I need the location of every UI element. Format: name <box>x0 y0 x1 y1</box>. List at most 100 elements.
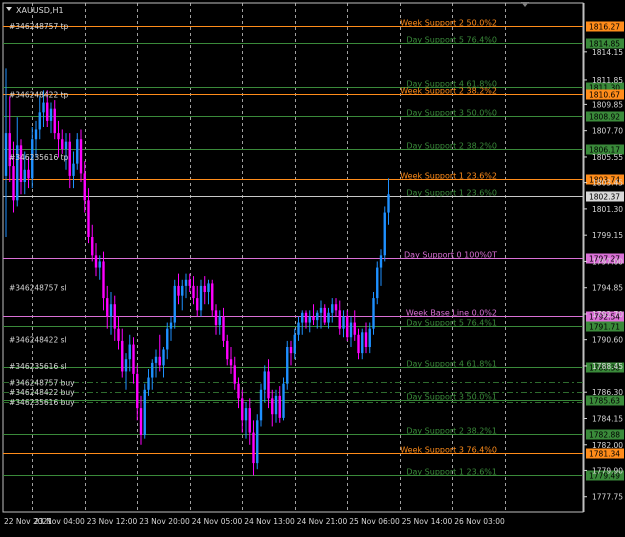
y-tick-label: 1809.85 <box>592 100 623 109</box>
candle-body <box>98 261 101 268</box>
candle-body <box>312 316 315 321</box>
y-tick-label: 1794.85 <box>592 284 623 293</box>
candle-body <box>237 383 240 399</box>
candle-body <box>383 212 386 256</box>
y-tick-label: 1786.30 <box>592 388 623 397</box>
level-label: Day Support 2 38.2%0 <box>406 142 497 151</box>
candle-body <box>154 356 158 363</box>
candle-body <box>147 377 150 390</box>
price-tag-text: 1808.92 <box>589 113 620 122</box>
candle-body <box>42 102 45 113</box>
candle-body <box>368 328 371 347</box>
candle-body <box>173 285 176 323</box>
candle[interactable] <box>143 383 146 439</box>
candle-body <box>308 316 311 323</box>
candle-body <box>248 408 251 433</box>
candle-body <box>387 194 390 213</box>
level-label: Day Support 5 76.4%1 <box>406 319 497 328</box>
candle-body <box>229 359 233 366</box>
time-axis: 22 Nov 202123 Nov 04:00 23 Nov 12:00 23 No… <box>4 517 505 526</box>
candle-body <box>64 141 68 149</box>
candle-body <box>289 347 293 354</box>
candle-body <box>286 347 289 384</box>
candle-body <box>19 145 23 182</box>
y-tick-label: 1801.30 <box>592 205 623 214</box>
candle[interactable] <box>372 292 375 335</box>
candle-body <box>124 359 128 372</box>
y-tick-label: 1803.45 <box>592 179 623 188</box>
chart-window[interactable]: Week Support 2 50.0%2 Day Support 5 76.4%… <box>0 0 625 533</box>
candle-body <box>293 334 296 354</box>
price-tag-text: 1802.37 <box>589 193 620 202</box>
trade-label: #346248757 buy <box>9 378 75 387</box>
candle-body <box>91 237 94 256</box>
candle-body <box>117 328 120 341</box>
level-label: Week Support 2 50.0%2 <box>400 19 497 28</box>
level-label: Day Support 3 50.0%0 <box>406 109 497 118</box>
candle-body <box>128 344 131 360</box>
candle-body <box>274 395 278 415</box>
candle-body <box>106 298 109 317</box>
candle-body <box>27 169 30 179</box>
candle-body <box>301 312 304 323</box>
y-tick-label: 1797.00 <box>592 257 623 266</box>
candle-body <box>282 383 285 418</box>
candle-body <box>256 420 259 464</box>
candle-body <box>121 340 124 372</box>
candle-body <box>177 285 180 296</box>
candle-body <box>61 139 64 149</box>
candle[interactable] <box>383 206 386 262</box>
y-tick-label: 1792.70 <box>592 310 623 319</box>
price-tag-text: 1816.27 <box>589 23 620 32</box>
candle-body <box>143 389 146 435</box>
candle-body <box>353 322 356 335</box>
candle-body <box>53 108 56 134</box>
candle-body <box>203 285 206 292</box>
level-label: Day Support 5 76.4%0 <box>406 36 497 45</box>
candle-body <box>158 356 161 366</box>
candle-body <box>49 108 53 121</box>
price-tag-text: 1810.67 <box>589 91 620 100</box>
candle-body <box>297 322 300 335</box>
candle[interactable] <box>259 383 263 427</box>
candle-body <box>278 395 281 418</box>
price-chart[interactable]: Week Support 2 50.0%2 Day Support 5 76.4%… <box>0 0 625 533</box>
y-tick-label: 1807.70 <box>592 127 623 136</box>
candle[interactable] <box>256 414 259 470</box>
candle-body <box>349 322 353 338</box>
level-label: Day Support 3 50.0%1 <box>406 393 497 402</box>
y-tick-label: 1799.15 <box>592 231 623 240</box>
price-tag-text: 1791.71 <box>589 323 620 332</box>
trade-label: #346235616 sl <box>9 362 67 371</box>
candle-body <box>136 373 139 409</box>
candle-body <box>72 163 75 176</box>
trade-label: #346248422 buy <box>9 388 75 397</box>
candle-body <box>76 139 79 164</box>
candle-body <box>376 267 379 299</box>
candle[interactable] <box>286 340 289 390</box>
candle-body <box>12 166 15 201</box>
candle[interactable] <box>282 377 285 421</box>
trade-label: #346248422 tp <box>9 90 69 99</box>
candle-body <box>199 285 203 311</box>
candle-body <box>259 389 263 421</box>
candle[interactable] <box>173 279 176 329</box>
candle-body <box>169 322 173 329</box>
candle-body <box>331 304 334 313</box>
candle-body <box>342 316 345 329</box>
candle-body <box>94 255 98 268</box>
candle-body <box>181 285 184 296</box>
candle[interactable] <box>376 261 379 305</box>
candle-body <box>372 298 375 329</box>
level-label: Day Support 1 23.6%1 <box>406 468 497 477</box>
candle-body <box>207 283 210 292</box>
candle-body <box>267 371 270 399</box>
y-tick-label: 1779.90 <box>592 466 623 475</box>
trade-label: #346248422 sl <box>9 336 67 345</box>
symbol-title[interactable]: XAUUSD,H1 <box>16 6 64 15</box>
candle-body <box>338 310 341 329</box>
candle-body <box>151 362 154 378</box>
candle-body <box>226 340 229 360</box>
candle-body <box>271 398 274 415</box>
trade-label: #346248757 tp <box>9 22 69 31</box>
